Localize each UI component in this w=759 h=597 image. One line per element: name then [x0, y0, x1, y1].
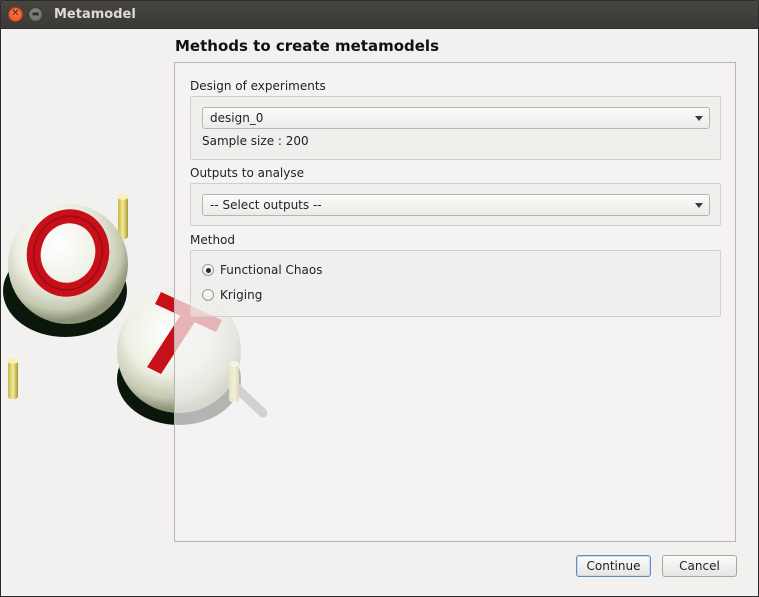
cancel-button[interactable]: Cancel: [662, 555, 737, 577]
page-title: Methods to create metamodels: [175, 37, 440, 55]
options-panel: Design of experiments design_0 Sample si…: [174, 62, 736, 542]
functional-chaos-option[interactable]: Functional Chaos: [202, 262, 402, 278]
wizard-content: Methods to create metamodels Design of e…: [1, 29, 758, 596]
outputs-group: -- Select outputs --: [190, 183, 721, 226]
combobox-value: -- Select outputs --: [210, 198, 322, 212]
design-of-experiments-group: design_0 Sample size : 200: [190, 96, 721, 160]
chevron-down-icon: [695, 203, 703, 208]
design-of-experiments-combobox[interactable]: design_0: [202, 107, 710, 129]
method-label: Method: [190, 233, 236, 247]
design-of-experiments-label: Design of experiments: [190, 79, 326, 93]
outputs-combobox[interactable]: -- Select outputs --: [202, 194, 710, 216]
close-window-button[interactable]: ✕: [8, 7, 23, 22]
radio-dot-icon: [205, 267, 211, 273]
outputs-to-analyse-label: Outputs to analyse: [190, 166, 304, 180]
radio-button-unchecked[interactable]: [202, 289, 214, 301]
radio-label: Functional Chaos: [220, 263, 323, 277]
continue-button[interactable]: Continue: [576, 555, 651, 577]
kriging-option[interactable]: Kriging: [202, 287, 402, 303]
minimize-icon: ▬: [31, 9, 40, 18]
metamodel-window: ✕ ▬ Metamodel Methods to create metamode…: [0, 0, 759, 597]
method-group: Functional Chaos Kriging: [190, 250, 721, 317]
radio-label: Kriging: [220, 288, 263, 302]
title-bar[interactable]: ✕ ▬ Metamodel: [1, 1, 758, 29]
combobox-value: design_0: [210, 111, 264, 125]
sample-size-text: Sample size : 200: [202, 134, 309, 148]
close-icon: ✕: [11, 8, 20, 19]
logo-pin: [118, 197, 128, 239]
logo-pin: [8, 361, 18, 399]
chevron-down-icon: [695, 116, 703, 121]
minimize-window-button[interactable]: ▬: [28, 7, 43, 22]
radio-button-checked[interactable]: [202, 264, 214, 276]
window-title: Metamodel: [54, 7, 136, 22]
